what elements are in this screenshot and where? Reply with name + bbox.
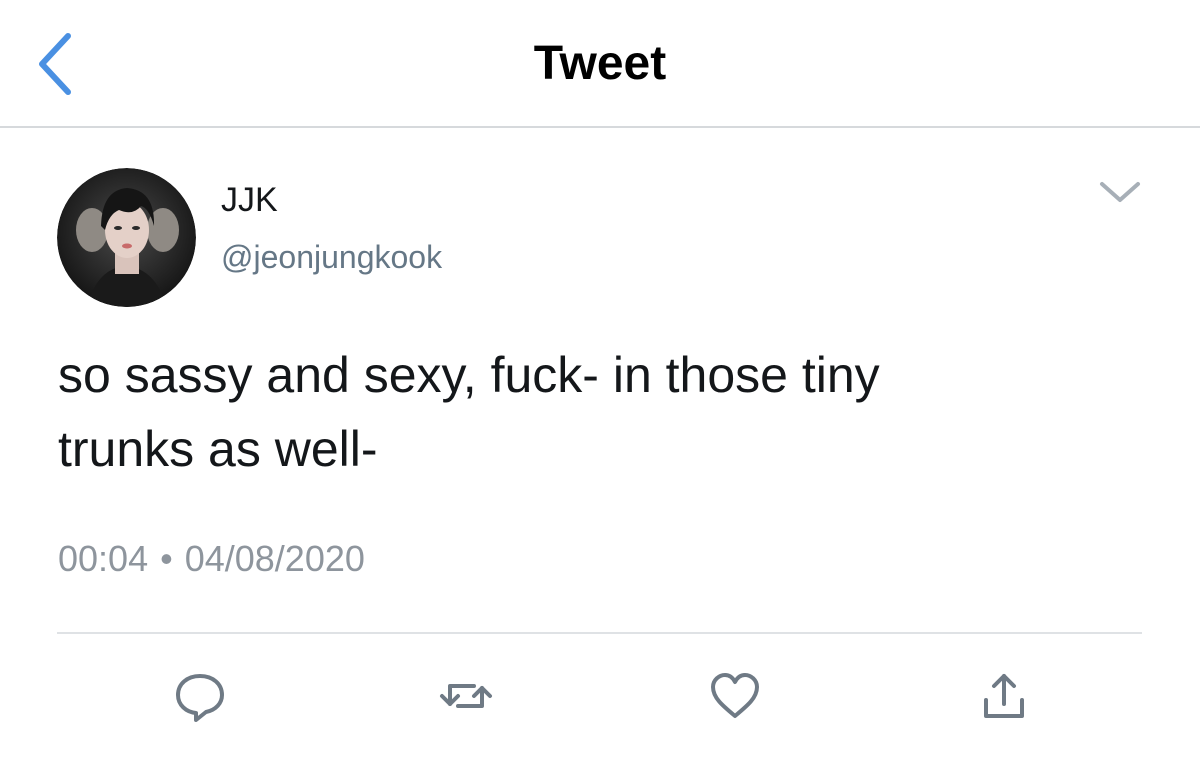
reply-icon — [176, 674, 224, 722]
tweet-text-line: trunks as well- — [58, 421, 378, 477]
avatar[interactable] — [57, 168, 196, 307]
author-handle[interactable]: @jeonjungkook — [221, 236, 442, 278]
tweet-text: so sassy and sexy, fuck- in those tiny t… — [58, 338, 1148, 486]
reply-button[interactable] — [172, 668, 228, 724]
tweet-menu-button[interactable] — [1096, 174, 1144, 210]
retweet-button[interactable] — [438, 668, 494, 724]
chevron-down-icon — [1100, 182, 1140, 202]
like-button[interactable] — [707, 668, 763, 724]
tweet-time: 00:04 — [58, 538, 149, 579]
avatar-photo — [57, 168, 196, 307]
tweet-timestamp: 00:04 • 04/08/2020 — [58, 536, 365, 582]
heart-icon — [711, 673, 759, 718]
share-button[interactable] — [976, 668, 1032, 724]
tweet-date: 04/08/2020 — [184, 538, 365, 579]
page-title: Tweet — [533, 37, 667, 90]
meta-separator: • — [160, 538, 173, 579]
nav-bar: Tweet — [0, 0, 1200, 128]
retweet-icon — [440, 684, 492, 708]
divider — [57, 632, 1142, 634]
share-icon — [984, 674, 1024, 718]
author-name[interactable]: JJK — [221, 178, 278, 222]
tweet-text-line: so sassy and sexy, fuck- in those tiny — [58, 347, 880, 403]
